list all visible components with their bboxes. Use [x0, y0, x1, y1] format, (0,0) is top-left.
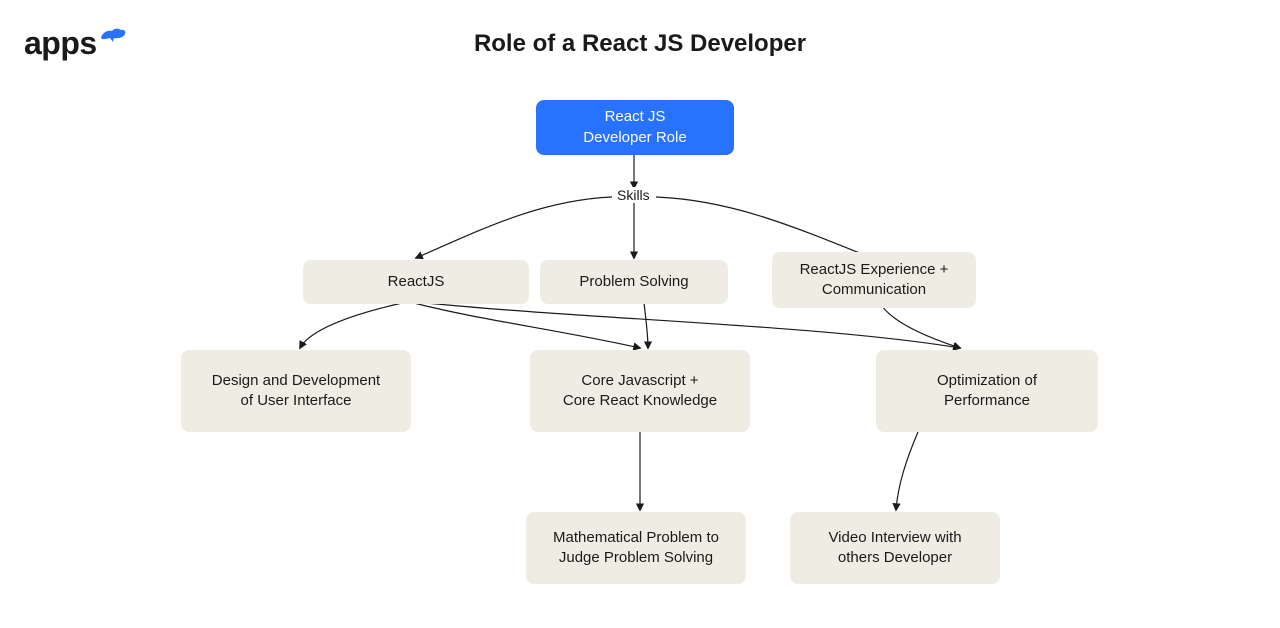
node-exp-comm-line1: ReactJS Experience + [800, 260, 949, 280]
node-video-interview-line1: Video Interview with [828, 528, 961, 548]
node-design-ui-line2: of User Interface [212, 391, 380, 411]
skills-label: Skills [615, 187, 652, 203]
node-opt-perf-line1: Optimization of [937, 371, 1037, 391]
node-design-ui-line1: Design and Development [212, 371, 380, 391]
node-exp-comm: ReactJS Experience + Communication [772, 252, 976, 308]
node-core-js: Core Javascript + Core React Knowledge [530, 350, 750, 432]
node-core-js-line1: Core Javascript + [563, 371, 717, 391]
logo-text: apps [24, 25, 97, 62]
node-reactjs: ReactJS [303, 260, 529, 304]
node-opt-perf: Optimization of Performance [876, 350, 1098, 432]
logo: apps [24, 24, 127, 62]
node-video-interview-line2: others Developer [828, 548, 961, 568]
node-exp-comm-line2: Communication [800, 280, 949, 300]
node-math-problem-line2: Judge Problem Solving [553, 548, 719, 568]
node-root: React JS Developer Role [536, 100, 734, 155]
page-title: Role of a React JS Developer [474, 30, 806, 58]
node-opt-perf-line2: Performance [937, 391, 1037, 411]
node-math-problem: Mathematical Problem to Judge Problem So… [526, 512, 746, 584]
node-math-problem-line1: Mathematical Problem to [553, 528, 719, 548]
node-core-js-line2: Core React Knowledge [563, 391, 717, 411]
node-video-interview: Video Interview with others Developer [790, 512, 1000, 584]
rhino-icon [99, 24, 127, 44]
node-root-line1: React JS [583, 107, 686, 127]
node-root-line2: Developer Role [583, 128, 686, 148]
node-problem-solving: Problem Solving [540, 260, 728, 304]
node-design-ui: Design and Development of User Interface [181, 350, 411, 432]
